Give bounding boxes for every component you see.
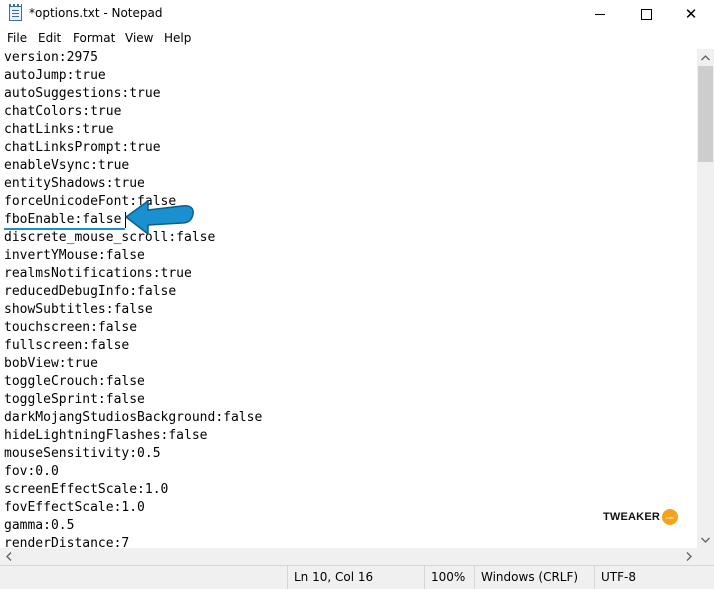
text-line: screenEffectScale:1.0 bbox=[4, 482, 169, 497]
scroll-down-button[interactable] bbox=[697, 531, 714, 548]
text-line: showSubtitles:false bbox=[4, 302, 153, 317]
watermark-text: TWEAKER bbox=[603, 511, 661, 523]
scroll-thumb[interactable] bbox=[698, 66, 713, 162]
chevron-down-icon bbox=[701, 537, 710, 543]
text-line: gamma:0.5 bbox=[4, 518, 75, 533]
maximize-icon bbox=[640, 8, 652, 20]
text-line: autoJump:true bbox=[4, 68, 106, 83]
text-line: fov:0.0 bbox=[4, 464, 59, 479]
menu-file[interactable]: File bbox=[7, 31, 27, 45]
status-cursor-position: Ln 10, Col 16 bbox=[287, 566, 424, 589]
title-bar: *options.txt - Notepad ✕ bbox=[0, 0, 714, 28]
status-zoom: 100% bbox=[424, 566, 474, 589]
tweaker-zone-watermark: TWEAKER zone bbox=[603, 508, 679, 526]
highlight-underline bbox=[4, 228, 125, 230]
menu-format[interactable]: Format bbox=[73, 31, 115, 45]
menu-view[interactable]: View bbox=[125, 31, 153, 45]
horizontal-scrollbar[interactable] bbox=[0, 548, 697, 565]
text-line: bobView:true bbox=[4, 356, 98, 371]
text-line: toggleCrouch:false bbox=[4, 374, 145, 389]
text-line: fullscreen:false bbox=[4, 338, 130, 353]
text-line: chatLinksPrompt:true bbox=[4, 140, 161, 155]
menu-bar: File Edit Format View Help bbox=[0, 29, 714, 48]
text-line: fovEffectScale:1.0 bbox=[4, 500, 145, 515]
scroll-right-button[interactable] bbox=[680, 548, 697, 565]
menu-help[interactable]: Help bbox=[164, 31, 191, 45]
minimize-icon bbox=[595, 13, 605, 15]
text-line: renderDistance:7 bbox=[4, 536, 130, 548]
chevron-right-icon bbox=[686, 552, 692, 561]
scroll-up-button[interactable] bbox=[697, 49, 714, 66]
watermark-badge: zone bbox=[662, 509, 679, 525]
text-line: mouseSensitivity:0.5 bbox=[4, 446, 161, 461]
text-line: realmsNotifications:true bbox=[4, 266, 192, 281]
chevron-up-icon bbox=[701, 54, 710, 60]
vertical-scrollbar[interactable] bbox=[697, 49, 714, 548]
close-button[interactable]: ✕ bbox=[668, 0, 714, 28]
status-bar: Ln 10, Col 16 100% Windows (CRLF) UTF-8 bbox=[0, 565, 714, 589]
text-line: chatColors:true bbox=[4, 104, 122, 119]
minimize-button[interactable] bbox=[577, 0, 623, 28]
text-line-highlighted: fboEnable:false bbox=[4, 212, 122, 227]
notepad-icon bbox=[9, 4, 22, 21]
close-icon: ✕ bbox=[684, 4, 698, 23]
chevron-left-icon bbox=[5, 552, 11, 561]
text-line: hideLightningFlashes:false bbox=[4, 428, 208, 443]
text-line: toggleSprint:false bbox=[4, 392, 145, 407]
text-line: version:2975 bbox=[4, 50, 98, 65]
maximize-button[interactable] bbox=[623, 0, 669, 28]
status-encoding: UTF-8 bbox=[594, 566, 714, 589]
text-line: entityShadows:true bbox=[4, 176, 145, 191]
window-title: *options.txt - Notepad bbox=[29, 6, 163, 20]
menu-edit[interactable]: Edit bbox=[38, 31, 61, 45]
text-line: darkMojangStudiosBackground:false bbox=[4, 410, 263, 425]
text-line: chatLinks:true bbox=[4, 122, 114, 137]
text-line: autoSuggestions:true bbox=[4, 86, 161, 101]
text-editor[interactable]: version:2975 autoJump:true autoSuggestio… bbox=[0, 49, 697, 548]
text-line: touchscreen:false bbox=[4, 320, 138, 335]
text-line: reducedDebugInfo:false bbox=[4, 284, 177, 299]
pointer-arrow-icon bbox=[125, 200, 194, 235]
status-line-ending: Windows (CRLF) bbox=[474, 566, 594, 589]
text-line: invertYMouse:false bbox=[4, 248, 145, 263]
text-line: enableVsync:true bbox=[4, 158, 130, 173]
scroll-left-button[interactable] bbox=[0, 548, 17, 565]
scrollbar-corner bbox=[697, 548, 714, 565]
